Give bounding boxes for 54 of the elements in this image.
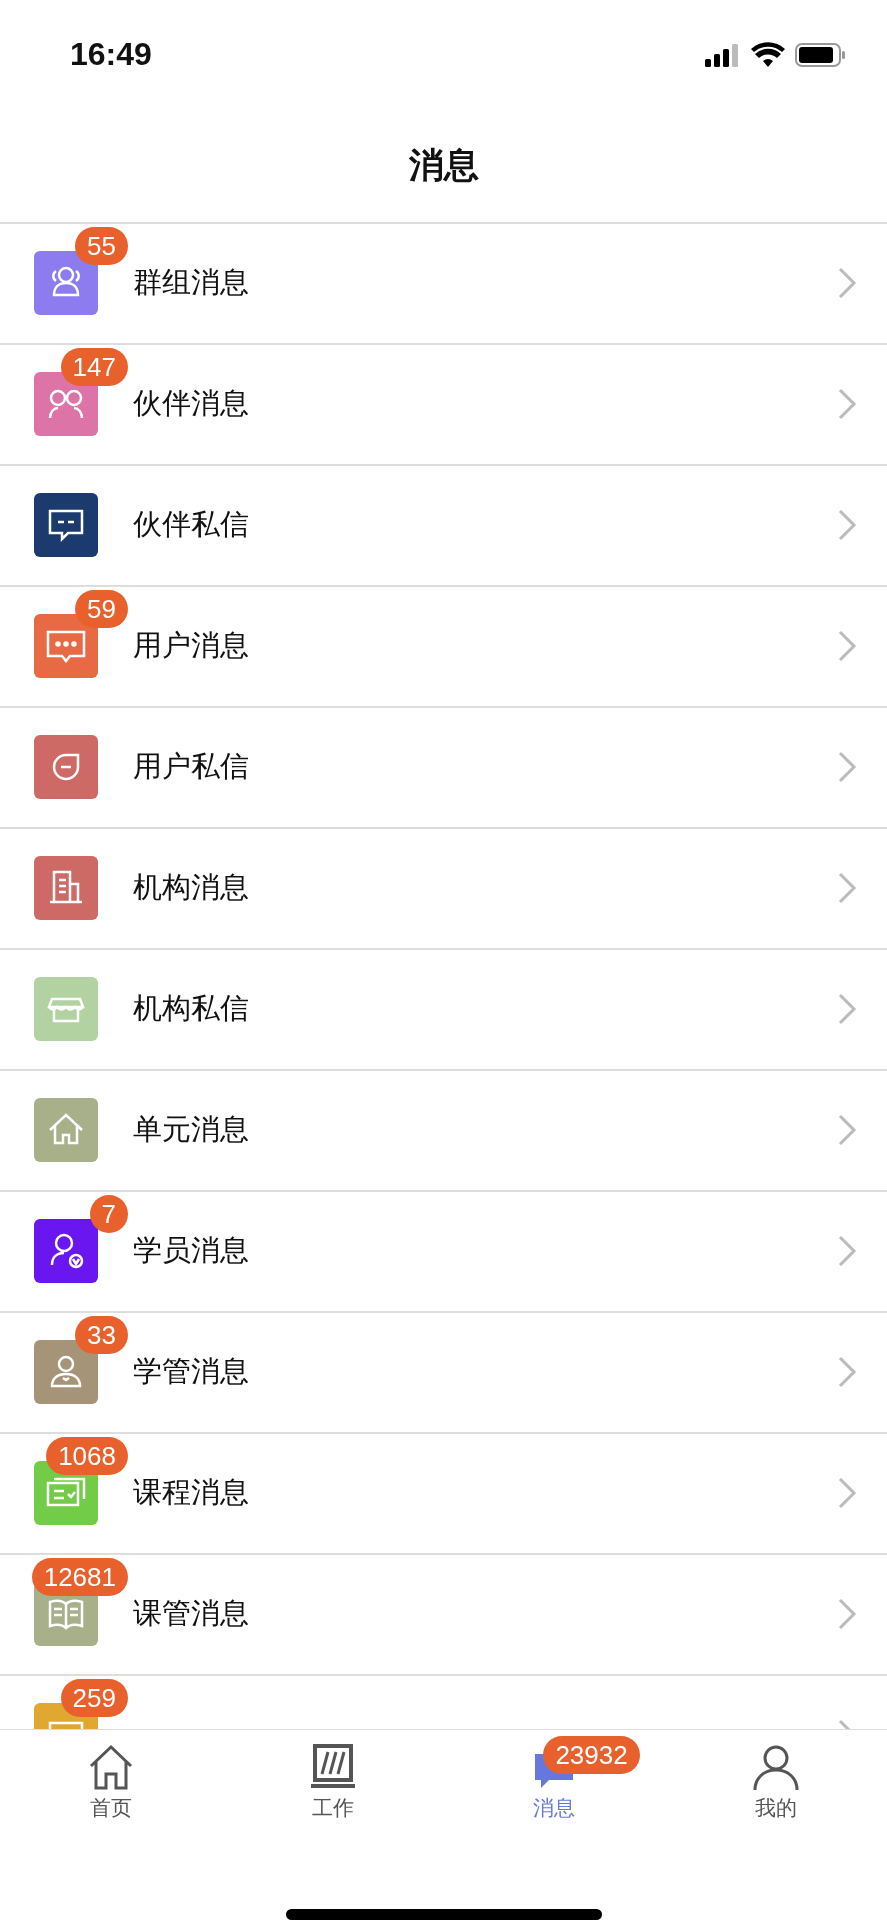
message-row[interactable]: 59 用户消息 bbox=[0, 586, 887, 708]
chevron-icon bbox=[837, 508, 857, 543]
battery-icon bbox=[795, 41, 847, 68]
row-label: 用户私信 bbox=[133, 748, 250, 786]
chevron-icon bbox=[837, 387, 857, 422]
unread-count: 59 bbox=[75, 590, 128, 629]
chevron-icon bbox=[837, 1476, 857, 1511]
unread-count: 7 bbox=[89, 1195, 128, 1234]
row-label: 学管消息 bbox=[133, 1353, 250, 1391]
row-label: 伙伴消息 bbox=[133, 385, 250, 423]
chevron-icon bbox=[837, 871, 857, 906]
unread-count: 55 bbox=[75, 227, 128, 266]
unread-count: 147 bbox=[60, 348, 128, 387]
chevron-icon bbox=[837, 1234, 857, 1269]
message-row[interactable]: 单元消息 bbox=[0, 1070, 887, 1192]
message-row[interactable]: 机构私信 bbox=[0, 949, 887, 1071]
chevron-icon bbox=[837, 1113, 857, 1148]
message-row[interactable]: 伙伴私信 bbox=[0, 465, 887, 587]
message-row[interactable]: 147 伙伴消息 bbox=[0, 344, 887, 466]
row-label: 学员消息 bbox=[133, 1232, 250, 1270]
message-row[interactable]: 机构消息 bbox=[0, 828, 887, 950]
row-label: 课管消息 bbox=[133, 1595, 250, 1633]
message-row[interactable]: 12681 课管消息 bbox=[0, 1554, 887, 1676]
message-row[interactable]: 7 学员消息 bbox=[0, 1191, 887, 1313]
row-label: 伙伴私信 bbox=[133, 506, 250, 544]
page-title: 消息 bbox=[408, 143, 479, 187]
chevron-icon bbox=[837, 750, 857, 785]
chevron-icon bbox=[837, 1355, 857, 1390]
tab-item[interactable]: 23932 消息 bbox=[443, 1729, 666, 1829]
row-label: 单元消息 bbox=[133, 1111, 250, 1149]
chevron-icon bbox=[837, 629, 857, 664]
unread-count: 23932 bbox=[543, 1735, 640, 1774]
message-row[interactable]: 33 学管消息 bbox=[0, 1312, 887, 1434]
chevron-icon bbox=[837, 266, 857, 301]
row-label: 课程消息 bbox=[133, 1474, 250, 1512]
wifi-icon bbox=[751, 41, 785, 68]
unread-count: 259 bbox=[60, 1679, 128, 1718]
status-time: 16:49 bbox=[70, 36, 152, 74]
message-row[interactable]: 55 群组消息 bbox=[0, 223, 887, 345]
chevron-icon bbox=[837, 1597, 857, 1632]
row-label: 用户消息 bbox=[133, 627, 250, 665]
message-row[interactable]: 1068 课程消息 bbox=[0, 1433, 887, 1555]
unread-count: 1068 bbox=[46, 1437, 128, 1476]
tab-item[interactable]: 我的 bbox=[665, 1729, 887, 1829]
tab-item[interactable]: 工作 bbox=[221, 1729, 444, 1829]
row-label: 群组消息 bbox=[133, 264, 250, 302]
tab-item[interactable]: 首页 bbox=[0, 1729, 222, 1829]
chevron-icon bbox=[837, 992, 857, 1027]
row-label: 机构私信 bbox=[133, 990, 250, 1028]
unread-count: 33 bbox=[75, 1316, 128, 1355]
signal-icon bbox=[705, 42, 741, 67]
message-row[interactable]: 用户私信 bbox=[0, 707, 887, 829]
unread-count: 12681 bbox=[31, 1558, 128, 1597]
row-label: 机构消息 bbox=[133, 869, 250, 907]
